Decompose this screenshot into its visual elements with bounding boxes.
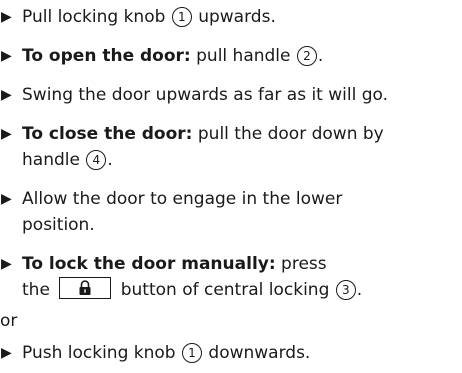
step-engage-door: ▶ Allow the door to engage in the lower …: [0, 186, 460, 238]
step-text: .: [107, 150, 113, 170]
step-heading: To close the door:: [22, 124, 193, 144]
central-locking-button: [59, 277, 112, 299]
step-text: Push locking knob: [22, 343, 181, 363]
or-separator: or: [0, 311, 18, 331]
step-text: the: [22, 280, 56, 300]
step-text: .: [356, 280, 363, 300]
callout-number: 4: [86, 150, 107, 170]
step-text: Swing the door upwards as far as it will…: [22, 85, 389, 105]
callout-number: 3: [335, 280, 356, 300]
step-text: pull handle: [190, 46, 296, 66]
step-text: upwards.: [192, 7, 276, 27]
bullet-icon: ▶: [1, 126, 12, 142]
step-text: button of central locking: [115, 280, 335, 300]
step-push-knob-down: ▶ Push locking knob 1 downwards.: [0, 340, 460, 366]
step-text: .: [317, 46, 324, 66]
step-text: position.: [22, 215, 95, 235]
bullet-icon: ▶: [1, 87, 12, 103]
step-text: Pull locking knob: [22, 7, 171, 27]
step-text: pull the door down by: [192, 124, 384, 144]
step-text: downwards.: [203, 343, 311, 363]
padlock-icon: [79, 280, 91, 295]
step-text: Allow the door to engage in the lower: [22, 189, 343, 209]
bullet-icon: ▶: [1, 48, 12, 64]
step-swing-door: ▶ Swing the door upwards as far as it wi…: [0, 82, 460, 108]
step-open-door: ▶ To open the door: pull handle 2.: [0, 43, 460, 69]
step-text: handle: [22, 150, 86, 170]
bullet-icon: ▶: [1, 345, 12, 361]
callout-number: 1: [182, 343, 202, 363]
bullet-icon: ▶: [1, 191, 12, 207]
step-heading: To lock the door manually:: [22, 254, 276, 274]
step-pull-knob-up: ▶ Pull locking knob 1 upwards.: [0, 4, 460, 30]
step-lock-manually: ▶ To lock the door manually: press the b…: [0, 251, 460, 303]
step-heading: To open the door:: [22, 46, 191, 66]
callout-number: 2: [296, 46, 317, 66]
bullet-icon: ▶: [1, 9, 12, 25]
step-close-door: ▶ To close the door: pull the door down …: [0, 121, 460, 173]
bullet-icon: ▶: [1, 256, 12, 272]
callout-number: 1: [171, 7, 192, 27]
step-text: press: [275, 254, 327, 274]
